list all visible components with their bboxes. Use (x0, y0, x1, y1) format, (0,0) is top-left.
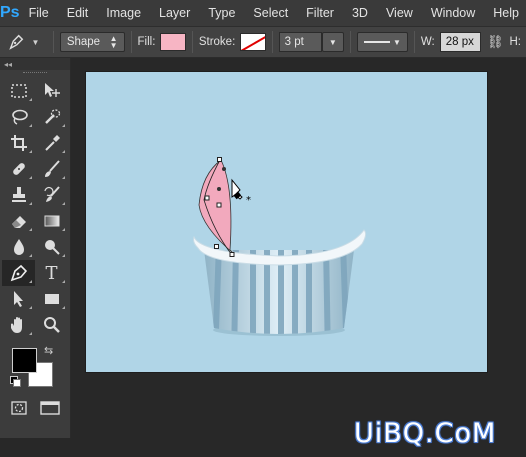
menu-file[interactable]: File (20, 0, 58, 26)
eyedropper-tool[interactable] (35, 130, 68, 156)
zoom-tool[interactable] (35, 312, 68, 338)
pen-cursor-icon: * (231, 178, 251, 206)
menu-window[interactable]: Window (422, 0, 484, 26)
link-icon[interactable]: ⛓ (487, 34, 504, 50)
brush-tool[interactable] (35, 156, 68, 182)
chevron-down-icon: ▼ (328, 37, 337, 47)
document-workspace: * (72, 58, 526, 457)
menu-image[interactable]: Image (97, 0, 150, 26)
collapse-icon[interactable]: ◂◂ (4, 60, 12, 69)
dodge-tool[interactable] (35, 234, 68, 260)
fill-swatch[interactable] (160, 33, 186, 51)
menu-view[interactable]: View (377, 0, 422, 26)
move-tool[interactable] (35, 78, 68, 104)
rectangle-shape-icon (44, 294, 59, 304)
divider (130, 31, 132, 53)
quick-mask-icon[interactable] (9, 398, 29, 418)
chevron-down-icon: ▼ (31, 37, 40, 47)
path-selection-tool[interactable] (2, 286, 35, 312)
rectangular-marquee-tool[interactable] (2, 78, 35, 104)
foreground-color[interactable] (12, 348, 37, 373)
tool-preset-picker[interactable]: ▼ (0, 27, 47, 57)
history-brush-tool[interactable] (35, 182, 68, 208)
direction-handle (222, 167, 226, 171)
screen-mode-icon[interactable] (39, 398, 61, 418)
blur-icon (13, 239, 24, 255)
tool-mode-select[interactable]: Shape ▲ ▼ (59, 32, 125, 52)
tools-panel: ◂◂ T ⇆ (0, 58, 71, 438)
eyedropper-icon (44, 135, 60, 151)
stroke-swatch[interactable] (240, 33, 266, 51)
svg-text:*: * (246, 195, 251, 206)
menu-filter[interactable]: Filter (297, 0, 343, 26)
path-selection-icon (13, 291, 23, 307)
type-tool[interactable]: T (35, 260, 68, 286)
pen-tool[interactable] (2, 260, 35, 286)
eraser-icon (11, 216, 26, 228)
menu-bar: Ps File Edit Image Layer Type Select Fil… (0, 0, 526, 26)
hand-tool[interactable] (2, 312, 35, 338)
divider (349, 31, 351, 53)
move-icon (44, 83, 60, 97)
healing-brush-tool[interactable] (2, 156, 35, 182)
rectangular-marquee-icon (10, 84, 27, 98)
zoom-icon (43, 317, 60, 333)
tools-panel-header: ◂◂ (0, 58, 70, 70)
brush-icon (44, 160, 60, 177)
menu-help[interactable]: Help (484, 0, 526, 26)
crop-tool[interactable] (2, 130, 35, 156)
divider (271, 31, 273, 53)
tool-mode-value: Shape (66, 36, 101, 48)
chevron-down-icon: ▼ (392, 37, 401, 47)
lasso-icon (11, 109, 28, 125)
dodge-icon (44, 240, 60, 255)
stroke-line-icon (363, 41, 390, 43)
quick-selection-icon (44, 109, 60, 124)
crop-icon (10, 135, 27, 151)
blur-tool[interactable] (2, 234, 35, 260)
type-icon: T (45, 262, 58, 284)
width-label: W: (420, 36, 435, 48)
canvas-artwork: * (193, 157, 367, 336)
divider (413, 31, 415, 53)
quick-selection-tool[interactable] (35, 104, 68, 130)
pen-icon (9, 34, 24, 50)
options-bar: ▼ Shape ▲ ▼ Fill: Stroke: 3 pt ▼ ▼ W: 28 … (0, 26, 526, 58)
stroke-width-dropdown[interactable]: ▼ (321, 32, 344, 52)
default-colors-icon[interactable] (10, 376, 21, 387)
gradient-tool[interactable] (35, 208, 68, 234)
menu-layer[interactable]: Layer (150, 0, 199, 26)
menu-type[interactable]: Type (199, 0, 244, 26)
menu-3d[interactable]: 3D (343, 0, 377, 26)
direction-handle (217, 187, 221, 191)
pen-icon (10, 264, 27, 282)
watermark-logo: UiBQ.CoM (354, 418, 497, 449)
fill-label: Fill: (137, 36, 156, 48)
divider (191, 31, 193, 53)
rectangle-shape-tool[interactable] (35, 286, 68, 312)
stroke-label: Stroke: (198, 36, 236, 48)
eraser-tool[interactable] (2, 208, 35, 234)
photoshop-logo: Ps (0, 4, 20, 21)
stroke-width-field[interactable]: 3 pt (278, 32, 322, 52)
stroke-type-dropdown[interactable]: ▼ (356, 32, 408, 52)
lasso-tool[interactable] (2, 104, 35, 130)
history-brush-icon (43, 186, 60, 202)
clone-stamp-tool[interactable] (2, 182, 35, 208)
hand-icon (10, 317, 22, 333)
stepper-icon: ▲ ▼ (109, 34, 118, 50)
menu-select[interactable]: Select (244, 0, 297, 26)
swap-colors-icon[interactable]: ⇆ (44, 344, 53, 357)
color-swatches: ⇆ (0, 340, 70, 392)
gradient-icon (44, 215, 59, 227)
divider (52, 31, 54, 53)
document-canvas[interactable]: * (86, 72, 487, 372)
clone-stamp-icon (11, 187, 26, 202)
height-label: H: (509, 36, 522, 48)
menu-edit[interactable]: Edit (58, 0, 98, 26)
healing-brush-icon (12, 163, 25, 175)
width-field[interactable]: 28 px (439, 32, 481, 52)
